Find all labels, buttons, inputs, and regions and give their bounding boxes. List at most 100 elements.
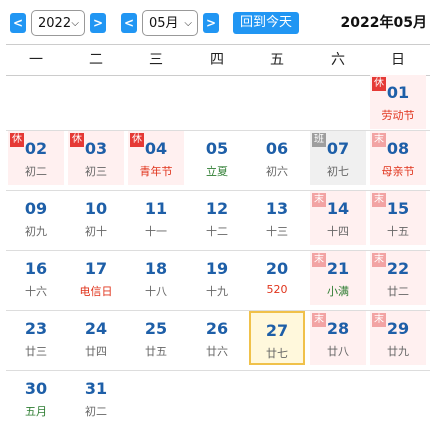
day-number: 17 — [84, 259, 108, 278]
day-cell-26[interactable]: 26 廿六 — [189, 311, 245, 365]
row-divider — [6, 310, 430, 311]
day-number: 11 — [144, 199, 168, 218]
day-subtext: 十六 — [25, 285, 47, 298]
day-cell-02[interactable]: 休 02 初二 — [8, 131, 64, 185]
row-divider — [6, 190, 430, 191]
day-number: 08 — [386, 139, 410, 158]
day-subtext: 立夏 — [206, 165, 228, 178]
day-subtext: 初二 — [85, 405, 107, 418]
weekday-sun: 日 — [391, 52, 405, 68]
day-number: 28 — [326, 319, 350, 338]
day-number: 18 — [144, 259, 168, 278]
day-cell-12[interactable]: 12 十二 — [189, 191, 245, 245]
day-cell-22[interactable]: 末 22 廿二 — [370, 251, 426, 305]
prev-month-button[interactable]: < — [121, 13, 137, 33]
year-select[interactable]: 2022 ⌵ — [31, 10, 85, 36]
day-cell-06[interactable]: 06 初六 — [249, 131, 305, 185]
weekday-sat: 六 — [331, 52, 345, 68]
day-number: 16 — [24, 259, 48, 278]
row-divider — [6, 130, 430, 131]
weekday-thu: 四 — [210, 52, 224, 68]
day-cell-20[interactable]: 20 520 — [249, 251, 305, 305]
day-number: 20 — [265, 259, 289, 278]
day-subtext: 廿三 — [25, 345, 47, 358]
day-subtext: 十一 — [145, 225, 167, 238]
day-number: 29 — [386, 319, 410, 338]
day-cell-04[interactable]: 休 04 青年节 — [128, 131, 184, 185]
current-month-title: 2022年05月 — [340, 15, 427, 31]
day-cell-25[interactable]: 25 廿五 — [128, 311, 184, 365]
day-subtext: 初二 — [25, 165, 47, 178]
day-subtext: 十五 — [387, 225, 409, 238]
day-subtext: 初九 — [25, 225, 47, 238]
day-number: 05 — [205, 139, 229, 158]
day-cell-05[interactable]: 05 立夏 — [189, 131, 245, 185]
day-subtext: 十二 — [206, 225, 228, 238]
day-cell-17[interactable]: 17 电信日 — [68, 251, 124, 305]
chevron-down-icon: ⌵ — [184, 18, 192, 29]
day-number: 04 — [144, 139, 168, 158]
day-subtext: 廿九 — [387, 345, 409, 358]
today-button[interactable]: 回到今天 — [233, 12, 299, 34]
year-value: 2022 — [38, 16, 72, 31]
day-number: 21 — [326, 259, 350, 278]
month-value: 05月 — [149, 16, 179, 31]
day-subtext: 十八 — [145, 285, 167, 298]
day-number: 23 — [24, 319, 48, 338]
day-subtext: 十九 — [206, 285, 228, 298]
day-subtext: 520 — [266, 283, 288, 296]
day-number: 30 — [24, 379, 48, 398]
day-cell-10[interactable]: 10 初十 — [68, 191, 124, 245]
day-cell-18[interactable]: 18 十八 — [128, 251, 184, 305]
day-cell-09[interactable]: 09 初九 — [8, 191, 64, 245]
day-subtext: 劳动节 — [381, 109, 415, 122]
day-cell-03[interactable]: 休 03 初三 — [68, 131, 124, 185]
day-number: 24 — [84, 319, 108, 338]
day-number: 07 — [326, 139, 350, 158]
day-subtext: 青年节 — [139, 165, 173, 178]
day-subtext: 十四 — [327, 225, 349, 238]
day-cell-07[interactable]: 班 07 初七 — [310, 131, 366, 185]
day-subtext: 初三 — [85, 165, 107, 178]
day-cell-29[interactable]: 末 29 廿九 — [370, 311, 426, 365]
day-number: 10 — [84, 199, 108, 218]
day-cell-24[interactable]: 24 廿四 — [68, 311, 124, 365]
day-cell-23[interactable]: 23 廿三 — [8, 311, 64, 365]
day-number: 12 — [205, 199, 229, 218]
calendar-toolbar: < 2022 ⌵ > < 05月 ⌵ > 回到今天 2022年05月 — [0, 0, 435, 44]
day-number: 06 — [265, 139, 289, 158]
day-cell-27[interactable]: 27 廿七 — [249, 311, 305, 365]
weekday-mon: 一 — [29, 52, 43, 68]
day-number: 13 — [265, 199, 289, 218]
day-subtext: 电信日 — [79, 285, 113, 298]
next-month-button[interactable]: > — [203, 13, 219, 33]
day-cell-31[interactable]: 31 初二 — [68, 371, 124, 425]
day-number: 27 — [265, 321, 289, 340]
day-cell-16[interactable]: 16 十六 — [8, 251, 64, 305]
day-number: 19 — [205, 259, 229, 278]
day-cell-13[interactable]: 13 十三 — [249, 191, 305, 245]
day-cell-21[interactable]: 末 21 小满 — [310, 251, 366, 305]
day-cell-15[interactable]: 末 15 十五 — [370, 191, 426, 245]
day-number: 01 — [386, 83, 410, 102]
day-number: 14 — [326, 199, 350, 218]
day-cell-08[interactable]: 末 08 母亲节 — [370, 131, 426, 185]
next-year-button[interactable]: > — [90, 13, 106, 33]
day-number: 26 — [205, 319, 229, 338]
row-divider — [6, 370, 430, 371]
day-number: 02 — [24, 139, 48, 158]
day-cell-14[interactable]: 末 14 十四 — [310, 191, 366, 245]
weekday-wed: 三 — [149, 52, 163, 68]
day-cell-19[interactable]: 19 十九 — [189, 251, 245, 305]
month-select[interactable]: 05月 ⌵ — [142, 10, 198, 36]
weekday-header: 一 二 三 四 五 六 日 — [6, 44, 430, 76]
prev-year-button[interactable]: < — [10, 13, 26, 33]
day-subtext: 廿二 — [387, 285, 409, 298]
weekday-fri: 五 — [270, 52, 284, 68]
day-cell-01[interactable]: 休 01 劳动节 — [370, 75, 426, 129]
day-cell-11[interactable]: 11 十一 — [128, 191, 184, 245]
chevron-down-icon: ⌵ — [71, 18, 79, 29]
day-cell-30[interactable]: 30 五月 — [8, 371, 64, 425]
day-cell-28[interactable]: 末 28 廿八 — [310, 311, 366, 365]
day-subtext: 五月 — [25, 405, 47, 418]
